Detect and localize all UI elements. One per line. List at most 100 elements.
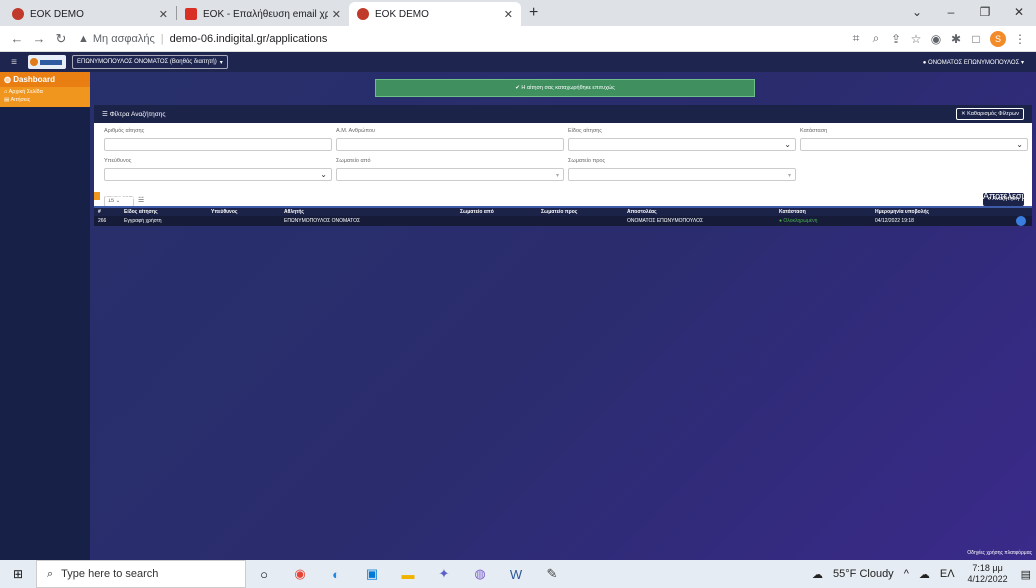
application-number-input[interactable] [104,138,332,151]
field-label: Α.Μ. Ανθρώπου [336,128,376,134]
minimize-icon[interactable]: – [934,0,968,26]
close-window-icon[interactable]: ✕ [1002,0,1036,26]
chrome-icon[interactable]: ◉ [282,566,318,582]
column-header[interactable]: Υπεύθυνος [207,209,280,215]
column-header[interactable]: # [94,209,120,215]
back-icon[interactable]: ← [6,31,28,46]
help-link[interactable]: Οδηγίες χρήσης πλατφόρμας [967,550,1032,556]
close-tab-icon[interactable]: ✕ [504,8,513,21]
browser-tab-3-active[interactable]: EOK DEMO ✕ [349,2,521,26]
bookmark-star-icon[interactable]: ☆ [906,32,926,46]
browser-tab-2[interactable]: EOK - Επαλήθευση email χρήστη ✕ [177,2,349,26]
table-header: # Είδος αίτησης Υπεύθυνος Αθλητής Σωματε… [94,206,1032,216]
profile-avatar[interactable]: S [990,30,1006,47]
column-header[interactable]: Κατάσταση [775,209,871,215]
field-label: Σωματείο προς [568,158,606,164]
clock-time: 7:18 μμ [972,563,1003,573]
column-header[interactable]: Αθλητής [280,209,456,215]
cell-sender: ΟΝΟΜΑΤΟΣ ΕΠΩΝΥΜΟΠΟΥΛΟΣ [627,218,704,224]
filters-header: ☰ Φίλτρα Αναζήτησης ✕ Καθαρισμός Φίλτρων [94,105,1032,123]
club-from-select[interactable]: ▾ [336,168,564,181]
field-label: Αριθμός αίτησης [104,128,145,134]
address-bar[interactable]: ▲ Μη ασφαλής | demo-06.indigital.gr/appl… [78,29,846,49]
tab-title: EOK DEMO [30,8,84,20]
list-icon: ▤ [4,97,10,103]
extensions-puzzle-icon[interactable]: ✱ [946,32,966,46]
app-top-bar: ≡ ΕΠΩΝΥΜΟΠΟΥΛΟΣ ΟΝΟΜΑΤΟΣ (Βοηθός διαιτητ… [0,52,1036,72]
cortana-icon[interactable]: ○ [246,567,282,582]
clear-filters-button[interactable]: ✕ Καθαρισμός Φίλτρων [955,108,1024,120]
application-type-select[interactable]: ⌄ [568,138,796,151]
chevron-down-icon: ▾ [787,173,791,179]
results-count: ▤ 1 Αποτέλεσμα [965,191,1032,202]
chevron-down-icon: ▾ [219,59,223,66]
cell-id: 266 [98,218,107,224]
tab-search-icon[interactable]: ⌄ [900,0,934,26]
status-select[interactable]: ⌄ [800,138,1028,151]
filter-person-id: Α.Μ. Ανθρώπου [336,128,564,151]
browser-tab-1[interactable]: EOK DEMO ✕ [4,2,176,26]
onedrive-icon[interactable]: ☁ [919,568,930,581]
person-id-input[interactable] [336,138,564,151]
clock[interactable]: 7:18 μμ 4/12/2022 [968,563,1008,585]
column-header[interactable]: Ημερομηνία υποβολής [871,209,991,215]
word-icon[interactable]: W [498,567,534,582]
column-header[interactable]: Σωματείο προς [537,209,623,215]
table-row[interactable]: 266 Εγγραφή χρήστη ΕΠΩΝΥΜΟΠΟΥΛΟΣ ΟΝΟΜΑΤΟ… [94,216,1032,226]
sidebar-item-applications[interactable]: ▤ Αιτήσεις [0,96,90,104]
club-to-select[interactable]: ▾ [568,168,796,181]
home-icon: ⌂ [4,89,8,95]
sidebar-header-label: Dashboard [13,75,56,84]
app-logo[interactable] [28,55,66,69]
status-label: Ολοκληρωμένη [783,218,818,224]
teams-icon[interactable]: ✦ [426,566,462,582]
file-explorer-icon[interactable]: ▬ [390,567,426,582]
close-tab-icon[interactable]: ✕ [159,8,168,21]
owner-select[interactable]: ⌄ [104,168,332,181]
cell-date: 04/12/2022 19:18 [875,218,914,224]
close-tab-icon[interactable]: ✕ [332,8,341,21]
chevron-up-icon[interactable]: ^ [904,568,909,580]
check-circle-icon: ● [779,218,783,224]
chevron-down-icon: ⌄ [1016,140,1023,149]
filters-title: Φίλτρα Αναζήτησης [109,110,166,118]
paint-icon[interactable]: ✎ [534,566,570,582]
weather-text[interactable]: 55°F Cloudy [833,568,894,580]
user-menu[interactable]: ● ΟΝΟΜΑΤΟΣ ΕΠΩΝΥΜΟΠΟΥΛΟΣ ▾ [923,59,1024,66]
translate-icon[interactable]: ⌗ [846,31,866,46]
sidepanel-icon[interactable]: □ [966,32,986,46]
column-header[interactable]: Σωματείο από [456,209,537,215]
new-tab-icon[interactable]: + [529,4,538,22]
weather-icon[interactable]: ☁ [812,568,823,581]
restore-icon[interactable]: ❐ [968,0,1002,26]
browser-toolbar: ← → ↻ ▲ Μη ασφαλής | demo-06.indigital.g… [0,26,1036,52]
results-count-label: 1 Αποτέλεσμα [976,190,1032,201]
check-circle-icon: ✔ [515,85,520,91]
store-icon[interactable]: ▣ [354,566,390,582]
sidebar-item-home[interactable]: ⌂ Αρχική Σελίδα [0,88,90,96]
role-select[interactable]: ΕΠΩΝΥΜΟΠΟΥΛΟΣ ΟΝΟΜΑΤΟΣ (Βοηθός διαιτητή)… [72,55,228,69]
field-label: Κατάσταση [800,128,828,134]
column-header[interactable]: Αποστολέας [623,209,775,215]
menu-kebab-icon[interactable]: ⋮ [1010,32,1030,46]
language-indicator[interactable]: ΕΛ [940,568,955,580]
user-icon: ● [922,59,927,66]
edge-icon[interactable]: ◐ [318,567,354,582]
warning-icon[interactable]: ▲ [78,33,89,45]
url-text: demo-06.indigital.gr/applications [169,32,328,45]
windows-start-icon[interactable]: ⊞ [0,567,36,581]
hamburger-icon[interactable]: ≡ [4,57,24,68]
notifications-icon[interactable]: ▤ [1021,568,1031,581]
skype-icon[interactable]: ◍ [462,566,498,582]
taskbar-search-placeholder: Type here to search [61,568,159,580]
taskbar-search[interactable]: ⌕ Type here to search [36,560,246,588]
sidebar-header[interactable]: ◍ Dashboard [0,72,90,87]
view-details-button[interactable] [1016,216,1026,226]
cell-athlete: ΕΠΩΝΥΜΟΠΟΥΛΟΣ ΟΝΟΜΑΤΟΣ [284,218,361,224]
column-header[interactable]: Είδος αίτησης [120,209,207,215]
forward-icon[interactable]: → [28,31,50,46]
extension-icon[interactable]: ◉ [926,32,946,46]
zoom-icon[interactable]: ⌕ [866,31,886,46]
share-icon[interactable]: ⇪ [886,32,906,46]
reload-icon[interactable]: ↻ [50,31,72,47]
